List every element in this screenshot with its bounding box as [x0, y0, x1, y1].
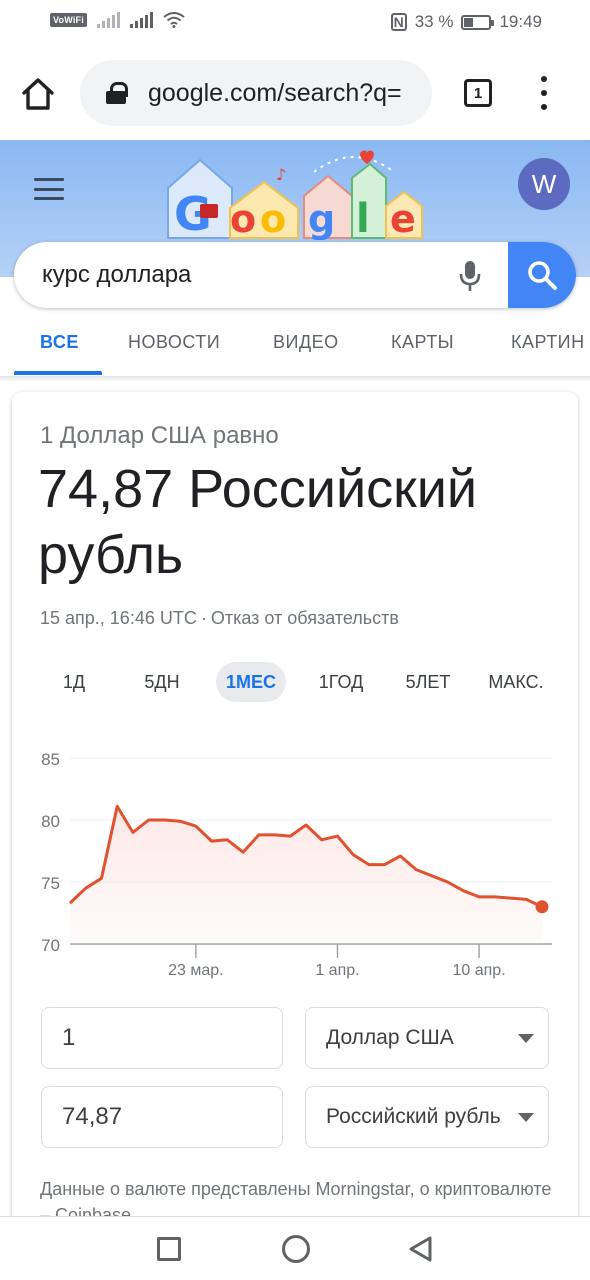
svg-text:o: o — [260, 197, 286, 240]
converted-rate: 74,87 Российский рубль — [38, 459, 478, 585]
clock: 19:49 — [499, 12, 542, 31]
svg-text:o: o — [230, 197, 256, 240]
home-icon[interactable] — [18, 74, 58, 114]
url-text: google.com/search?q= — [148, 78, 402, 107]
vowifi-icon: VoWiFi — [50, 13, 87, 27]
search-tabs: ВСЕ НОВОСТИ ВИДЕО КАРТЫ КАРТИН — [0, 318, 590, 376]
currency-from-select[interactable]: Доллар США — [305, 1007, 549, 1069]
svg-text:g: g — [308, 197, 335, 240]
wifi-icon — [163, 12, 185, 28]
signal-strength-icon — [129, 12, 153, 28]
home-nav-icon[interactable] — [282, 1235, 310, 1263]
browser-toolbar: google.com/search?q= 1 — [0, 46, 590, 140]
amount-from-input[interactable] — [42, 1008, 282, 1068]
battery-icon — [461, 14, 495, 30]
tab-video[interactable]: ВИДЕО — [273, 332, 339, 353]
y-tick-label: 80 — [41, 812, 60, 831]
signal-strength-icon — [96, 12, 120, 28]
y-tick-label: 75 — [41, 874, 60, 893]
google-doodle-logo[interactable]: G o o g l e ♪ — [164, 148, 428, 240]
system-navigation-bar — [0, 1216, 590, 1280]
tab-count: 1 — [473, 84, 483, 102]
address-bar[interactable]: google.com/search?q= — [80, 60, 432, 126]
avatar-letter: W — [531, 168, 557, 199]
disclaimer-link[interactable]: Отказ от обязательств — [211, 608, 399, 628]
tab-switcher-button[interactable]: 1 — [464, 79, 492, 107]
currency-to-label: Российский рубль — [326, 1105, 501, 1128]
amount-to-field[interactable] — [41, 1086, 283, 1148]
range-5d-button[interactable]: 5ДН — [134, 662, 190, 702]
amount-from-field[interactable] — [41, 1007, 283, 1069]
search-icon — [528, 261, 557, 290]
search-input[interactable] — [42, 242, 442, 308]
nfc-icon: N — [390, 13, 407, 31]
currency-converter-card: 1 Доллар США равно 74,87 Российский рубл… — [12, 392, 578, 1280]
x-tick-label: 10 апр. — [452, 962, 505, 979]
dropdown-arrow-icon — [518, 1113, 534, 1122]
tab-images[interactable]: КАРТИН — [511, 332, 585, 353]
google-header: G o o g l e ♪ W ВСЕ НОВОСТИ ВИДЕО КАР — [0, 140, 590, 376]
microphone-icon[interactable] — [458, 260, 482, 292]
range-5y-button[interactable]: 5ЛЕТ — [396, 662, 460, 702]
tab-news[interactable]: НОВОСТИ — [128, 332, 220, 353]
svg-text:l: l — [356, 196, 370, 240]
active-tab-indicator — [14, 371, 102, 375]
svg-text:♪: ♪ — [276, 165, 286, 184]
tabs-shadow — [0, 376, 590, 382]
equals-label: 1 Доллар США равно — [40, 422, 279, 449]
rate-timestamp: 15 апр., 16:46 UTC — [40, 608, 197, 628]
recent-apps-icon[interactable] — [157, 1237, 181, 1261]
y-tick-label: 85 — [41, 750, 60, 769]
y-tick-label: 70 — [41, 936, 60, 955]
exchange-rate-chart: 85 80 75 70 23 мар. 1 апр. 10 апр. — [41, 750, 552, 979]
overflow-menu-icon[interactable] — [538, 76, 550, 110]
battery-percent: 33 % — [414, 12, 454, 31]
range-1d-button[interactable]: 1Д — [48, 662, 100, 702]
account-avatar[interactable]: W — [518, 158, 570, 210]
svg-text:e: e — [390, 197, 416, 240]
search-button[interactable] — [508, 242, 576, 308]
battery-fill — [464, 17, 474, 27]
amount-to-input[interactable] — [42, 1087, 282, 1147]
range-1y-button[interactable]: 1ГОД — [306, 662, 376, 702]
x-tick-label: 1 апр. — [315, 962, 359, 979]
meta-separator: · — [200, 608, 207, 628]
lock-icon — [106, 82, 128, 104]
range-max-button[interactable]: МАКС. — [478, 662, 554, 702]
hamburger-menu-icon[interactable] — [34, 178, 64, 200]
status-bar: VoWiFi N 33 % 19:49 — [0, 0, 590, 46]
current-rate-marker — [535, 900, 549, 914]
x-tick-label: 23 мар. — [168, 962, 223, 979]
back-icon[interactable] — [406, 1235, 434, 1263]
currency-from-label: Доллар США — [326, 1026, 454, 1049]
tab-all[interactable]: ВСЕ — [40, 332, 79, 353]
rate-meta: 15 апр., 16:46 UTC · Отказ от обязательств — [40, 608, 399, 629]
range-1m-button[interactable]: 1МЕС — [216, 662, 286, 702]
tab-maps[interactable]: КАРТЫ — [391, 332, 454, 353]
search-box — [14, 242, 576, 308]
dropdown-arrow-icon — [518, 1034, 534, 1043]
currency-to-select[interactable]: Российский рубль — [305, 1086, 549, 1148]
